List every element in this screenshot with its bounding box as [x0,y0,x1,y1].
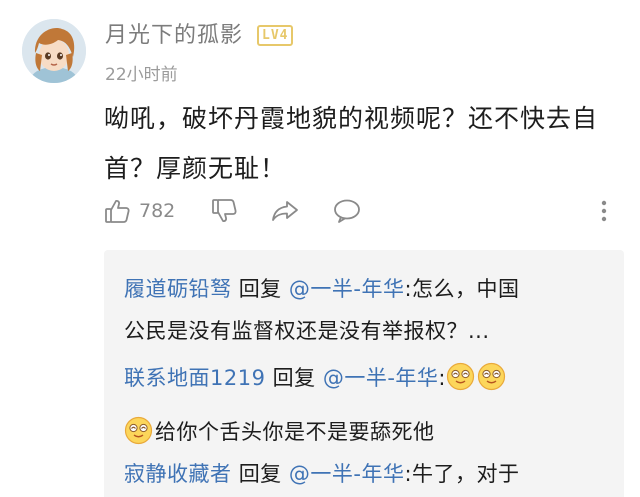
reply-mention[interactable]: @一半-年华 [289,277,405,301]
vertical-dots-icon [598,197,610,225]
reply-username[interactable]: 联系地面1219 [124,366,265,390]
thumbs-up-icon [103,197,131,225]
reply-text: 公民是没有监督权还是没有举报权？... [124,319,490,343]
reply-text-continued: 给你个舌头你是不是要舔死他 [124,416,435,446]
user-level-badge: LV4 [257,25,294,46]
smiling-face-emoji-icon [477,362,506,391]
reply-text: :怎么，中国 [404,277,520,301]
share-arrow-icon [270,197,300,225]
comment-body: 呦吼，破坏丹霞地貌的视频呢？还不快去自首？厚颜无耻！ [104,104,599,183]
reply-text: :牛了，对于 [404,462,520,486]
reply-button[interactable] [332,196,362,226]
like-button[interactable]: 782 [103,196,175,226]
reply-item: 寂静收藏者 回复 @一半-年华:牛了，对于 [124,458,520,488]
like-count: 782 [139,200,176,222]
reply-username[interactable]: 履道砺铅驽 [124,277,232,301]
comment-username[interactable]: 月光下的孤影 [105,17,243,49]
reply-mention[interactable]: @一半-年华 [323,366,439,390]
reply-username[interactable]: 寂静收藏者 [124,462,232,486]
reply-text: : [438,366,446,390]
reply-word: 回复 [272,366,316,390]
smiling-face-emoji-icon [124,416,153,445]
thumbs-down-icon [210,197,238,225]
reply-mention[interactable]: @一半-年华 [289,462,405,486]
user-avatar[interactable] [22,19,86,83]
reply-word: 回复 [238,462,282,486]
replies-panel: 履道砺铅驽 回复 @一半-年华:怎么，中国 公民是没有监督权还是没有举报权？..… [104,250,624,497]
reply-text-continued: 公民是没有监督权还是没有举报权？... [124,315,490,345]
reply-word: 回复 [238,277,282,301]
comment-screen: 月光下的孤影 LV4 22小时前 呦吼，破坏丹霞地貌的视频呢？还不快去自首？厚颜… [0,0,640,497]
comment-timestamp: 22小时前 [105,65,178,85]
share-button[interactable] [270,196,300,226]
reply-text: 给你个舌头你是不是要舔死他 [155,420,435,444]
reply-item: 履道砺铅驽 回复 @一半-年华:怎么，中国 [124,273,520,303]
speech-bubble-icon [332,197,362,225]
reply-item: 联系地面1219 回复 @一半-年华: [124,362,508,392]
dislike-button[interactable] [210,196,238,226]
more-options-button[interactable] [598,196,610,226]
smiling-face-emoji-icon [446,362,475,391]
